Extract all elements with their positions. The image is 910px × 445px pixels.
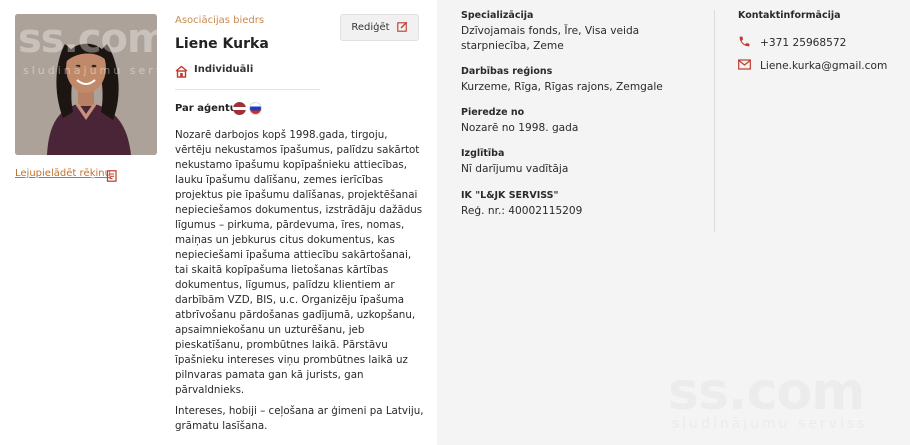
vertical-divider	[714, 10, 715, 232]
education-value: Nī darījumu vadītāja	[461, 163, 569, 175]
region-value: Kurzeme, Rīga, Rīgas rajons, Zemgale	[461, 81, 663, 93]
specialization-value: Dzīvojamais fonds, Īre, Visa veida starp…	[461, 25, 640, 52]
specialization-label: Specializācija	[461, 10, 534, 21]
agent-description: Nozarē darbojos kopš 1998.gada, tirgoju,…	[175, 128, 425, 440]
agent-profile-panel: ss.com sludinājumu serviss Lejupielādēt …	[0, 0, 437, 445]
email-address[interactable]: Liene.kurka@gmail.com	[760, 60, 887, 72]
experience-label: Pieredze no	[461, 107, 525, 118]
agent-type: Individuāli	[194, 64, 254, 75]
company-reg-number: Reģ. nr.: 40002115209	[461, 205, 583, 217]
phone-icon	[738, 35, 751, 51]
agent-photo: ss.com sludinājumu serviss	[15, 14, 157, 155]
specialization-section: Specializācija Dzīvojamais fonds, Īre, V…	[461, 10, 701, 54]
latvia-flag-icon	[233, 102, 246, 115]
edit-button[interactable]: Rediģēt	[340, 14, 419, 41]
description-paragraph: Intereses, hobiji – ceļošana ar ģimeni p…	[175, 405, 424, 432]
edit-icon	[396, 21, 408, 35]
ss-watermark-subtitle: sludinājumu serviss	[672, 416, 868, 432]
divider	[175, 89, 320, 90]
contact-title: Kontaktinformācija	[738, 10, 841, 21]
company-label: IK "L&JK SERVISS"	[461, 190, 559, 201]
experience-value: Nozarē no 1998. gada	[461, 122, 579, 134]
member-label: Asociācijas biedrs	[175, 15, 265, 26]
photo-watermark-subtitle: sludinājumu serviss	[23, 64, 157, 77]
russia-flag-icon	[249, 102, 262, 115]
download-invoice-link[interactable]: Lejupielādēt rēķinu	[15, 168, 111, 179]
house-icon	[175, 63, 188, 82]
region-section: Darbības reģions Kurzeme, Rīga, Rīgas ra…	[461, 66, 701, 95]
contact-phone-row[interactable]: +371 25968572	[738, 35, 846, 51]
about-agent-label: Par aģentu	[175, 103, 237, 114]
description-paragraph: Nozarē darbojos kopš 1998.gada, tirgoju,…	[175, 129, 423, 396]
region-label: Darbības reģions	[461, 66, 553, 77]
experience-section: Pieredze no Nozarē no 1998. gada	[461, 107, 701, 136]
pdf-icon[interactable]	[106, 167, 118, 186]
education-label: Izglītība	[461, 148, 505, 159]
photo-watermark: ss.com	[18, 16, 157, 62]
contact-email-row[interactable]: Liene.kurka@gmail.com	[738, 59, 887, 73]
mail-icon	[738, 59, 751, 73]
agent-name: Liene Kurka	[175, 36, 269, 52]
phone-number[interactable]: +371 25968572	[760, 37, 846, 49]
edit-button-label: Rediģēt	[351, 22, 390, 33]
education-section: Izglītība Nī darījumu vadītāja	[461, 148, 701, 177]
ss-watermark: ss.com	[668, 362, 865, 422]
company-section: IK "L&JK SERVISS" Reģ. nr.: 40002115209	[461, 190, 701, 219]
